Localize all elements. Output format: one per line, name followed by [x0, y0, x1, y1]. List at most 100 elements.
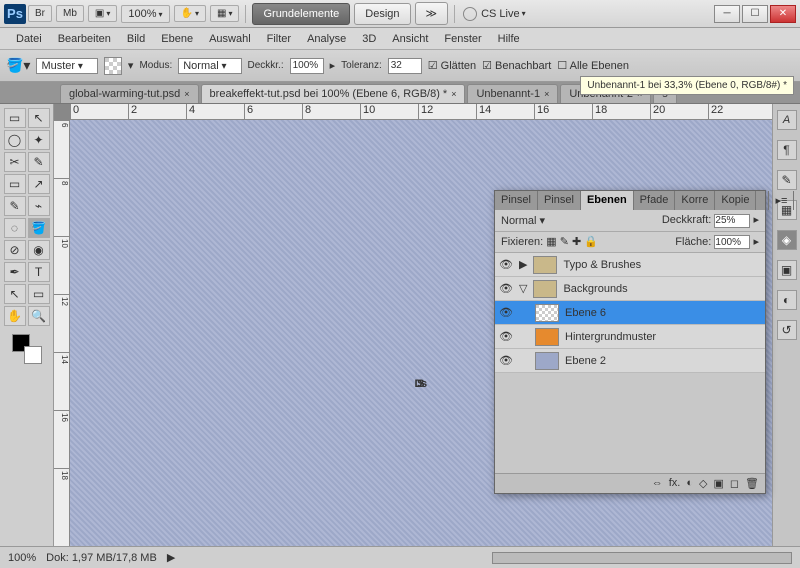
panel-menu-icon[interactable]: ▸≡: [769, 191, 794, 210]
layer-name[interactable]: Typo & Brushes: [563, 259, 641, 271]
dock-history-icon[interactable]: ↺: [777, 320, 797, 340]
tool-bucket[interactable]: 🪣: [28, 218, 50, 238]
tool-brush[interactable]: ↗: [28, 174, 50, 194]
dock-layers-icon[interactable]: ◈: [777, 230, 797, 250]
tool-hand[interactable]: ✋: [4, 306, 26, 326]
tool-stamp[interactable]: ✎: [4, 196, 26, 216]
layers-panel[interactable]: Pinsel Pinsel Ebenen Pfade Korre Kopie ▸…: [494, 190, 766, 494]
dock-paths-icon[interactable]: ◐: [777, 290, 797, 310]
dock-type-icon[interactable]: A: [777, 110, 797, 130]
link-icon[interactable]: ⇔: [652, 477, 663, 490]
panel-tab-pinsel2[interactable]: Pinsel: [538, 191, 581, 210]
bridge-button[interactable]: Br: [28, 5, 52, 22]
workspace-more[interactable]: ≫: [415, 2, 449, 25]
layer-name[interactable]: Ebene 6: [565, 307, 606, 319]
modus-select[interactable]: Normal ▾: [178, 58, 241, 74]
panel-tab-pinsel1[interactable]: Pinsel: [495, 191, 538, 210]
layer-row[interactable]: 👁 Hintergrundmuster: [495, 325, 765, 349]
lock-all-icon[interactable]: 🔒: [584, 236, 598, 248]
dock-channels-icon[interactable]: ▣: [777, 260, 797, 280]
close-button[interactable]: ✕: [770, 5, 796, 23]
visibility-icon[interactable]: 👁: [499, 306, 513, 319]
chk-alleebenen[interactable]: ☐ Alle Ebenen: [557, 59, 629, 72]
layer-row[interactable]: 👁 Ebene 6: [495, 301, 765, 325]
minimize-button[interactable]: ─: [714, 5, 740, 23]
deck-input[interactable]: [290, 58, 324, 74]
tab-doc-0[interactable]: global-warming-tut.psd×: [60, 84, 199, 103]
panel-tab-ebenen[interactable]: Ebenen: [581, 191, 634, 210]
bg-color[interactable]: [24, 346, 42, 364]
menu-hilfe[interactable]: Hilfe: [490, 31, 528, 47]
blend-mode-select[interactable]: Normal ▾: [501, 214, 545, 227]
menu-ansicht[interactable]: Ansicht: [384, 31, 436, 47]
tool-dodge[interactable]: ◉: [28, 240, 50, 260]
tool-lasso[interactable]: ◯: [4, 130, 26, 150]
layer-name[interactable]: Ebene 2: [565, 355, 606, 367]
fx-icon[interactable]: fx.: [669, 477, 681, 490]
visibility-icon[interactable]: 👁: [499, 258, 513, 271]
group-icon[interactable]: ▣: [713, 477, 723, 490]
tool-eyedrop[interactable]: ✎: [28, 152, 50, 172]
tool-heal[interactable]: ▭: [4, 174, 26, 194]
tool-blur[interactable]: ⊘: [4, 240, 26, 260]
tool-pen[interactable]: ✒: [4, 262, 26, 282]
panel-tab-kopie[interactable]: Kopie: [715, 191, 756, 210]
lock-paint-icon[interactable]: ✎: [560, 236, 569, 248]
dock-para-icon[interactable]: ¶: [777, 140, 797, 160]
menu-auswahl[interactable]: Auswahl: [201, 31, 259, 47]
tab-doc-2[interactable]: Unbenannt-1×: [467, 84, 558, 103]
new-layer-icon[interactable]: ◻: [730, 477, 739, 490]
layer-name[interactable]: Backgrounds: [563, 283, 627, 295]
panel-tab-korre[interactable]: Korre: [675, 191, 715, 210]
tool-text[interactable]: T: [28, 262, 50, 282]
tool-eraser[interactable]: ◌: [4, 218, 26, 238]
tool-crop[interactable]: ✂: [4, 152, 26, 172]
tool-wand[interactable]: ✦: [28, 130, 50, 150]
workspace-design[interactable]: Design: [354, 3, 410, 25]
tab-doc-1[interactable]: breakeffekt-tut.psd bei 100% (Ebene 6, R…: [201, 84, 466, 103]
visibility-icon[interactable]: 👁: [499, 282, 513, 295]
dock-brush-icon[interactable]: ✎: [777, 170, 797, 190]
fill-mode-select[interactable]: Muster ▾: [36, 58, 97, 74]
pattern-swatch[interactable]: [104, 57, 122, 75]
menu-bearbeiten[interactable]: Bearbeiten: [50, 31, 119, 47]
tool-path[interactable]: ↖: [4, 284, 26, 304]
lock-trans-icon[interactable]: ▦: [546, 236, 556, 248]
tool-shape[interactable]: ▭: [28, 284, 50, 304]
panel-tab-pfade[interactable]: Pfade: [634, 191, 676, 210]
layer-name[interactable]: Hintergrundmuster: [565, 331, 656, 343]
menu-fenster[interactable]: Fenster: [436, 31, 489, 47]
layer-row[interactable]: 👁▶Typo & Brushes: [495, 253, 765, 277]
visibility-icon[interactable]: 👁: [499, 330, 513, 343]
tool-zoom[interactable]: 🔍: [28, 306, 50, 326]
lock-move-icon[interactable]: ✚: [572, 236, 581, 248]
fill-input[interactable]: [714, 235, 750, 249]
cslive-label[interactable]: CS Live: [481, 8, 520, 20]
workspace-grundelemente[interactable]: Grundelemente: [252, 3, 350, 25]
hand-tool-button[interactable]: ✋▾: [174, 5, 206, 22]
scrollbar-h[interactable]: [492, 552, 792, 564]
menu-3d[interactable]: 3D: [354, 31, 384, 47]
menu-datei[interactable]: Datei: [8, 31, 50, 47]
chk-benachbart[interactable]: ☑ Benachbart: [482, 59, 551, 72]
tool-history[interactable]: ⌁: [28, 196, 50, 216]
screen-layout-button[interactable]: ▣▾: [88, 5, 117, 22]
chk-glatten[interactable]: ☑ Glätten: [428, 59, 476, 72]
arrange-button[interactable]: ▦▾: [210, 5, 239, 22]
mask-icon[interactable]: ◐: [686, 477, 693, 490]
tolerance-input[interactable]: [388, 58, 422, 74]
menu-analyse[interactable]: Analyse: [299, 31, 354, 47]
tool-marquee[interactable]: ▭: [4, 108, 26, 128]
color-swatch[interactable]: [12, 334, 42, 364]
adjust-icon[interactable]: ◇: [699, 477, 707, 490]
tool-move[interactable]: ↖: [28, 108, 50, 128]
visibility-icon[interactable]: 👁: [499, 354, 513, 367]
layer-row[interactable]: 👁 Ebene 2: [495, 349, 765, 373]
zoom-level[interactable]: 100%▾: [121, 5, 169, 23]
maximize-button[interactable]: ☐: [742, 5, 768, 23]
trash-icon[interactable]: 🗑: [745, 477, 759, 490]
status-zoom[interactable]: 100%: [8, 552, 36, 564]
menu-bild[interactable]: Bild: [119, 31, 153, 47]
menu-ebene[interactable]: Ebene: [153, 31, 201, 47]
opacity-input[interactable]: [714, 214, 750, 228]
